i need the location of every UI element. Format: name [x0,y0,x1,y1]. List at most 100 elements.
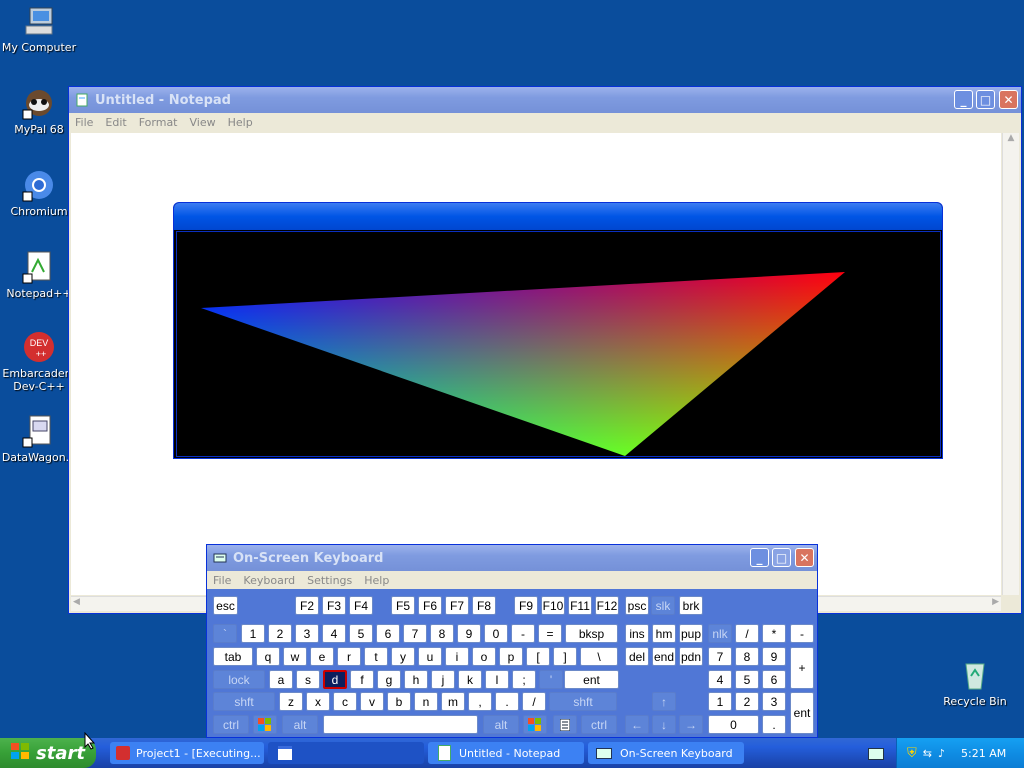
osk-key-tab-6[interactable]: y [391,647,415,666]
osk-maximize-button[interactable]: □ [772,548,791,567]
osk-key-num-11[interactable]: - [511,624,535,643]
osk-key-num-9[interactable]: 9 [457,624,481,643]
osk-key-shift-13[interactable]: 1 [708,692,732,711]
osk-key-fn-14[interactable]: brk [679,596,703,615]
osk-key-caps-3[interactable]: d [323,670,347,689]
osk-key-fn-8[interactable]: F9 [514,596,538,615]
osk-key-shift-16[interactable]: ent [790,692,814,734]
osk-key-fn-7[interactable]: F8 [472,596,496,615]
osk-key-caps-14[interactable]: 5 [735,670,759,689]
network-icon[interactable]: ⇆ [923,747,932,760]
osk-key-tab-9[interactable]: o [472,647,496,666]
osk-key-num-15[interactable]: hm [652,624,676,643]
osk-key-fn-4[interactable]: F5 [391,596,415,615]
osk-key-caps-0[interactable]: lock [213,670,265,689]
security-shield-icon[interactable]: ⛨ [907,746,917,761]
osk-key-shift-2[interactable]: x [306,692,330,711]
volume-icon[interactable]: ♪ [938,747,945,760]
desktop-icon-my-computer[interactable]: My Computer [0,4,78,54]
osk-key-caps-15[interactable]: 6 [762,670,786,689]
osk-key-fn-5[interactable]: F6 [418,596,442,615]
desktop-icon-datawagon[interactable]: DataWagon... [0,414,78,464]
osk-key-tab-4[interactable]: r [337,647,361,666]
osk-key-tab-20[interactable]: + [790,647,814,689]
osk-key-num-12[interactable]: = [538,624,562,643]
osk-key-num-3[interactable]: 3 [295,624,319,643]
osk-minimize-button[interactable]: _ [750,548,769,567]
osk-key-tab-17[interactable]: 7 [708,647,732,666]
osk-titlebar[interactable]: On-Screen Keyboard _ □ ✕ [207,545,817,571]
osk-key-fn-13[interactable]: slk [651,596,675,615]
osk-key-num-0[interactable]: ` [213,624,237,643]
osk-key-tab-7[interactable]: u [418,647,442,666]
osk-key-shift-8[interactable]: , [468,692,492,711]
menu-file[interactable]: File [69,116,99,129]
osk-key-fn-10[interactable]: F11 [568,596,592,615]
osk-menu-keyboard[interactable]: Keyboard [237,574,301,587]
scroll-right-arrow[interactable]: ▶ [992,597,999,607]
osk-key-tab-3[interactable]: e [310,647,334,666]
osk-key-fn-9[interactable]: F10 [541,596,565,615]
osk-key-num-4[interactable]: 4 [322,624,346,643]
osk-key-ctrl-3[interactable]: ctrl [581,715,617,734]
scroll-up-arrow[interactable]: ▲ [1003,133,1019,149]
start-button[interactable]: start [0,738,96,768]
osk-key-shift-12[interactable]: ↑ [652,692,676,711]
osk-key-caps-4[interactable]: f [350,670,374,689]
osk-key-tab-8[interactable]: i [445,647,469,666]
osk-key-shift-14[interactable]: 2 [735,692,759,711]
osk-key-num-19[interactable]: * [762,624,786,643]
osk-key-caps-8[interactable]: k [458,670,482,689]
osk-key-tab-12[interactable]: ] [553,647,577,666]
osk-key-num-2[interactable]: 2 [268,624,292,643]
osk-key-num-14[interactable]: ins [625,624,649,643]
osk-key-shift-3[interactable]: c [333,692,357,711]
taskbar-button-notepad[interactable]: Untitled - Notepad [428,742,584,764]
osk-key-shift-9[interactable]: . [495,692,519,711]
osk-key-num-5[interactable]: 5 [349,624,373,643]
osk-key-ctrl-0[interactable]: ctrl [213,715,249,734]
osk-menu-help[interactable]: Help [358,574,395,587]
osk-menu-file[interactable]: File [207,574,237,587]
gl-titlebar[interactable] [174,203,942,230]
osk-key-menu[interactable] [553,715,577,734]
osk-key-fn-0[interactable]: esc [213,596,238,615]
osk-key-tab-14[interactable]: del [625,647,649,666]
osk-key-caps-12[interactable]: ent [564,670,619,689]
osk-key-caps-7[interactable]: j [431,670,455,689]
osk-key-shift-7[interactable]: m [441,692,465,711]
taskbar-button-osk[interactable]: On-Screen Keyboard [588,742,744,764]
osk-key-shift-0[interactable]: shft [213,692,275,711]
osk-key-caps-10[interactable]: ; [512,670,536,689]
osk-key-tab-13[interactable]: \ [580,647,618,666]
menu-edit[interactable]: Edit [99,116,132,129]
osk-key-ctrl-4[interactable]: ← [625,715,649,734]
osk-key-num-8[interactable]: 8 [430,624,454,643]
notepad-titlebar[interactable]: Untitled - Notepad _ □ ✕ [69,87,1021,113]
minimize-button[interactable]: _ [954,90,973,109]
clock[interactable]: 5:21 AM [961,747,1006,760]
osk-key-ctrl-6[interactable]: → [679,715,703,734]
osk-key-num-16[interactable]: pup [679,624,703,643]
osk-key-caps-13[interactable]: 4 [708,670,732,689]
osk-key-win-left[interactable] [253,715,277,734]
osk-key-shift-6[interactable]: n [414,692,438,711]
osk-key-shift-5[interactable]: b [387,692,411,711]
osk-key-ctrl-1[interactable]: alt [282,715,318,734]
menu-view[interactable]: View [184,116,222,129]
osk-key-shift-10[interactable]: / [522,692,546,711]
osk-key-tab-10[interactable]: p [499,647,523,666]
osk-key-ctrl-2[interactable]: alt [483,715,519,734]
menu-format[interactable]: Format [133,116,184,129]
desktop-icon-mypal[interactable]: MyPal 68 [0,86,78,136]
desktop-icon-chromium[interactable]: Chromium [0,168,78,218]
osk-key-fn-1[interactable]: F2 [295,596,319,615]
osk-key-fn-11[interactable]: F12 [595,596,619,615]
osk-key-tab-0[interactable]: tab [213,647,253,666]
osk-key-ctrl-5[interactable]: ↓ [652,715,676,734]
osk-key-fn-12[interactable]: psc [625,596,649,615]
osk-key-caps-1[interactable]: a [269,670,293,689]
osk-key-tab-1[interactable]: q [256,647,280,666]
osk-key-shift-11[interactable]: shft [549,692,617,711]
menu-help[interactable]: Help [222,116,259,129]
